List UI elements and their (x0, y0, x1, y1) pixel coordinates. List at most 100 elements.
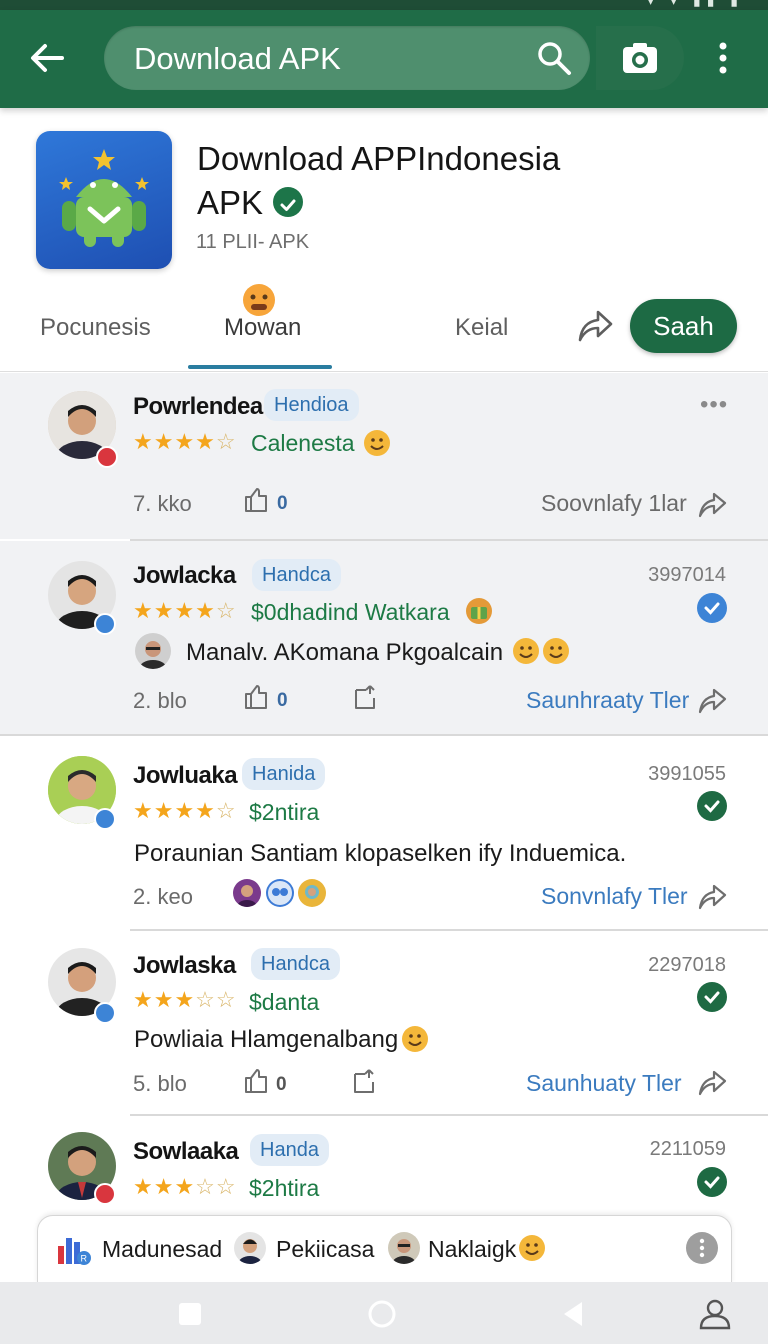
review-meta: 7. kko (133, 491, 192, 516)
save-button[interactable]: Saah (630, 299, 737, 353)
person-avatar-icon (233, 879, 261, 907)
star-rating: ★★★☆☆ (133, 987, 237, 1012)
review-date: 2297018 (648, 954, 726, 976)
review-meta: 5. blo (133, 1071, 187, 1096)
rating-text: $danta (249, 989, 320, 1015)
review-item: Sowlaaka Handa 2211059 ★★★☆☆ $2htira (0, 1116, 768, 1216)
like-count: 0 (276, 1074, 287, 1095)
share-icon[interactable] (576, 306, 614, 344)
reaction-avatar[interactable] (298, 879, 326, 907)
review-meta: 2. keo (133, 884, 193, 909)
rating-text: $2ntira (249, 799, 320, 825)
share-icon[interactable] (697, 1067, 727, 1097)
badge-icon (96, 446, 118, 468)
star-rating: ★★★★☆ (133, 798, 237, 823)
person-avatar-icon (298, 879, 326, 907)
reaction-avatar[interactable] (266, 879, 294, 907)
reviewer-tag[interactable]: Hanida (242, 758, 326, 790)
badge-icon (94, 1183, 116, 1205)
person-avatar-icon (388, 1232, 420, 1264)
review-item: Powrlendea Hendioa ••• ★★★★☆ Calenesta 7… (0, 373, 768, 539)
share-icon[interactable] (697, 881, 727, 911)
group-icon (268, 881, 292, 905)
chip-label[interactable]: Naklaigk (428, 1236, 516, 1263)
reaction-avatar[interactable] (233, 879, 261, 907)
more-options-icon[interactable] (686, 1232, 718, 1264)
review-meta: 2. blo (133, 688, 187, 713)
star-rating: ★★★★☆ (133, 598, 237, 623)
person-avatar-icon (234, 1232, 266, 1264)
reply-icon[interactable] (352, 1068, 378, 1094)
app-title: Download APPIndonesia APK (197, 137, 637, 225)
review-date: 3991055 (648, 763, 726, 785)
comment-avatar[interactable] (135, 633, 171, 669)
more-horizontal-icon[interactable]: ••• (700, 391, 728, 419)
smile-emoji-icon (513, 638, 539, 664)
person-avatar-icon (135, 633, 171, 669)
reviewer-tag[interactable]: Handa (250, 1134, 329, 1166)
verified-check-icon (697, 593, 727, 623)
like-count: 0 (277, 493, 288, 514)
reviewer-name[interactable]: Jowlaska (133, 952, 236, 980)
home-circle-icon[interactable] (366, 1298, 398, 1330)
smile-emoji-icon (364, 430, 390, 456)
reviewer-tag[interactable]: Handca (251, 948, 340, 980)
top-toolbar: Download APK (0, 10, 768, 108)
more-vertical-icon[interactable] (708, 38, 738, 78)
like-icon[interactable] (243, 487, 269, 513)
comment-text: Manalv. AKomana Pkgoalcain (186, 639, 504, 666)
reviewer-tag[interactable]: Handca (252, 559, 341, 591)
search-icon[interactable] (536, 40, 572, 76)
camera-icon (623, 43, 657, 73)
camera-button[interactable] (596, 26, 684, 90)
chip-label[interactable]: Madunesad (102, 1236, 222, 1263)
reviewer-name[interactable]: Powrlendea (133, 393, 263, 421)
tab-keial[interactable]: Keial (455, 314, 508, 342)
review-link[interactable]: Saunhraaty Tler (526, 687, 689, 714)
chip-label[interactable]: Pekiicasa (276, 1236, 374, 1263)
back-button[interactable] (22, 36, 72, 80)
smile-emoji-icon (519, 1235, 545, 1261)
rating-text: $0dhadind Watkara (251, 599, 450, 625)
recents-square-icon[interactable] (174, 1298, 206, 1330)
share-icon[interactable] (697, 489, 727, 519)
smile-emoji-icon (543, 638, 569, 664)
share-icon[interactable] (697, 685, 727, 715)
chip-avatar[interactable] (388, 1232, 420, 1264)
back-triangle-icon[interactable] (558, 1298, 590, 1330)
tab-bar: Pocunesis Mowan Keial Saah (0, 284, 768, 372)
search-bar[interactable]: Download APK (104, 26, 590, 90)
arrow-left-icon (31, 44, 64, 72)
tab-pocunesis[interactable]: Pocunesis (40, 314, 151, 342)
reply-icon[interactable] (353, 684, 379, 710)
star-rating: ★★★☆☆ (133, 1174, 237, 1199)
badge-icon (94, 808, 116, 830)
review-link[interactable]: Saunhuaty Tler (526, 1070, 682, 1097)
rating-text: $2htira (249, 1175, 320, 1201)
app-icon (36, 131, 172, 269)
reviewer-name[interactable]: Sowlaaka (133, 1138, 239, 1166)
status-bar: ▾ ▾ ▮▮ ▮ (0, 0, 768, 10)
system-nav-bar (0, 1282, 768, 1344)
star-rating: ★★★★☆ (133, 429, 237, 454)
status-icons: ▾ ▾ ▮▮ ▮ (647, 0, 744, 8)
tab-mowan[interactable]: Mowan (224, 314, 301, 342)
reviewer-name[interactable]: Jowlacka (133, 562, 236, 590)
review-date: 2211059 (649, 1138, 726, 1160)
review-body: Powliaia Hlamgenalbang (134, 1026, 399, 1053)
verified-check-icon (697, 1167, 727, 1197)
verified-check-icon (697, 791, 727, 821)
search-query-text: Download APK (134, 41, 341, 76)
reviewer-name[interactable]: Jowluaka (133, 762, 238, 790)
like-icon[interactable] (243, 1068, 269, 1094)
profile-icon[interactable] (696, 1294, 734, 1332)
review-item: Jowlacka Handca 3997014 ★★★★☆ $0dhadind … (0, 541, 768, 734)
review-link[interactable]: Soovnlafy 1lar (541, 490, 687, 517)
reviewer-tag[interactable]: Hendioa (264, 389, 359, 421)
review-link[interactable]: Sonvnlafy Tler (541, 883, 688, 910)
chart-app-icon[interactable]: R (56, 1232, 92, 1266)
like-icon[interactable] (243, 684, 269, 710)
chip-avatar[interactable] (234, 1232, 266, 1264)
badge-icon (94, 1002, 116, 1024)
review-item: Jowlaska Handca 2297018 ★★★☆☆ $danta Pow… (0, 931, 768, 1114)
